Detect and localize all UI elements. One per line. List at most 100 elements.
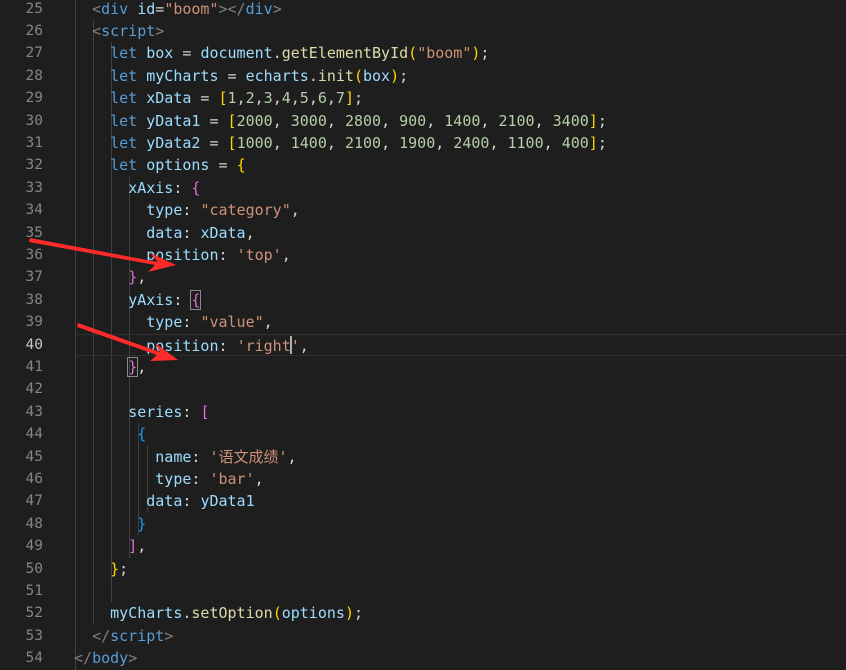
code-line[interactable]: series: [ xyxy=(74,401,846,423)
code-token: = xyxy=(200,134,228,152)
code-token: xData xyxy=(146,89,192,108)
code-token: : xyxy=(182,201,201,220)
code-line[interactable]: yAxis: { xyxy=(74,289,846,311)
line-number: 26 xyxy=(25,23,43,39)
code-line[interactable]: type: 'bar', xyxy=(74,468,846,490)
code-token: ; xyxy=(353,604,363,623)
code-line[interactable]: }, xyxy=(74,266,846,288)
code-line[interactable]: }; xyxy=(74,558,846,580)
code-token: init xyxy=(317,66,354,85)
code-line[interactable]: let box = document.getElementById("boom"… xyxy=(74,42,846,64)
line-number: 54 xyxy=(25,650,43,667)
code-line[interactable]: let yData2 = [1000, 1400, 2100, 1900, 24… xyxy=(74,132,846,154)
code-token: let xyxy=(110,66,138,85)
code-token: 2100 xyxy=(344,134,382,152)
code-token: : xyxy=(191,470,210,488)
code-line[interactable]: let myCharts = echarts.init(box); xyxy=(74,65,846,87)
code-token: > xyxy=(155,22,165,40)
code-token: = xyxy=(218,66,246,85)
code-token: box xyxy=(146,44,174,63)
code-token: [ xyxy=(227,111,237,130)
code-line[interactable]: { xyxy=(74,423,846,445)
code-line[interactable]: let yData1 = [2000, 3000, 2800, 900, 140… xyxy=(74,110,846,132)
code-token: 2800 xyxy=(344,111,382,130)
code-line[interactable]: type: "category", xyxy=(74,199,846,221)
code-token: 'top' xyxy=(236,246,282,264)
line-number: 32 xyxy=(25,157,43,174)
code-token: , xyxy=(137,358,147,376)
code-token: xData xyxy=(200,223,246,242)
code-token: echarts xyxy=(245,66,309,85)
code-line[interactable]: }, xyxy=(74,356,846,378)
line-number: 53 xyxy=(25,627,43,644)
code-token: , xyxy=(381,134,400,152)
code-line[interactable] xyxy=(74,580,846,602)
code-line[interactable]: } xyxy=(74,513,846,535)
line-number: 49 xyxy=(25,538,43,555)
code-token: xAxis xyxy=(128,178,174,197)
code-line[interactable]: </body> xyxy=(74,647,846,669)
code-token: data xyxy=(146,223,183,242)
code-token: div xyxy=(245,0,273,18)
code-token: , xyxy=(254,470,264,488)
code-line[interactable]: <div id="boom"></div> xyxy=(74,0,846,20)
line-number: 44 xyxy=(25,426,43,443)
code-token: 3000 xyxy=(290,111,327,130)
code-token: 1 xyxy=(227,89,237,108)
code-line[interactable]: xAxis: { xyxy=(74,177,846,199)
code-token: let xyxy=(110,44,138,63)
code-line[interactable]: myCharts.setOption(options); xyxy=(74,602,846,624)
code-line[interactable]: position: 'right', xyxy=(74,333,846,356)
line-number: 37 xyxy=(25,269,43,286)
code-token: 1000 xyxy=(236,134,273,152)
code-line[interactable]: </script> xyxy=(74,625,846,647)
line-number: 48 xyxy=(25,515,43,532)
code-token: let xyxy=(110,111,138,130)
code-token: yData2 xyxy=(146,134,201,152)
code-token: box xyxy=(363,66,391,85)
code-line[interactable]: let xData = [1,2,3,4,5,6,7]; xyxy=(74,87,846,109)
code-line[interactable]: let options = { xyxy=(74,154,846,176)
code-token: [ xyxy=(227,134,237,152)
code-editor[interactable]: 25 26 27 28 29 30 31 32 33 34 35 36 37 38 39 40 41 42 43 44… xyxy=(0,0,846,670)
code-token: , xyxy=(326,134,345,152)
code-token: type xyxy=(146,313,183,332)
code-line[interactable]: position: 'top', xyxy=(74,244,846,266)
code-token: yData1 xyxy=(146,111,201,130)
code-token: { xyxy=(236,156,246,175)
code-text-area[interactable]: <div id="boom"></div> <script> let box =… xyxy=(74,0,846,670)
code-line[interactable]: data: xData, xyxy=(74,222,846,244)
code-line[interactable]: type: "value", xyxy=(74,311,846,333)
code-line[interactable]: ], xyxy=(74,535,846,557)
code-line[interactable]: data: yData1 xyxy=(74,490,846,512)
line-number: 25 xyxy=(25,0,43,17)
code-token: ) xyxy=(344,604,354,623)
code-token: : xyxy=(182,402,201,421)
line-number: 41 xyxy=(25,359,43,375)
code-token: body xyxy=(92,649,129,668)
code-token: , xyxy=(534,111,553,130)
code-token: . xyxy=(308,66,318,85)
code-line[interactable]: <script> xyxy=(74,20,846,42)
code-token: , xyxy=(435,134,454,152)
code-token: div xyxy=(101,0,129,18)
code-token: ; xyxy=(480,44,490,63)
code-line[interactable] xyxy=(74,378,846,400)
code-token: , xyxy=(426,111,445,130)
code-token: { xyxy=(137,425,147,444)
code-line[interactable]: name: '语文成绩', xyxy=(74,446,846,468)
